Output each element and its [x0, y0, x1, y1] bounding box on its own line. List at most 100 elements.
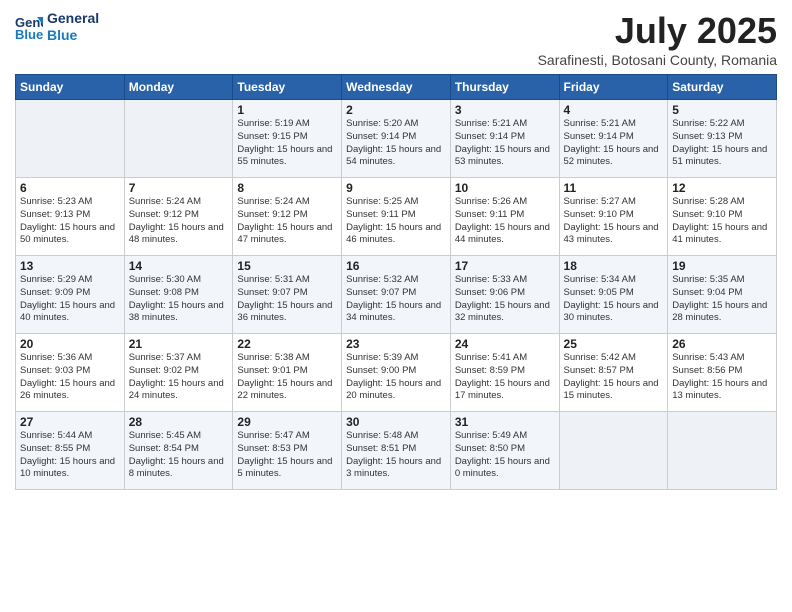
- day-info: Sunrise: 5:34 AM Sunset: 9:05 PM Dayligh…: [564, 274, 664, 325]
- day-number: 14: [129, 259, 229, 273]
- day-number: 6: [20, 181, 120, 195]
- calendar: SundayMondayTuesdayWednesdayThursdayFrid…: [15, 74, 777, 490]
- day-info: Sunrise: 5:24 AM Sunset: 9:12 PM Dayligh…: [129, 196, 229, 247]
- day-info: Sunrise: 5:30 AM Sunset: 9:08 PM Dayligh…: [129, 274, 229, 325]
- title-month: July 2025: [538, 10, 777, 52]
- weekday-header-wednesday: Wednesday: [342, 75, 451, 100]
- day-number: 24: [455, 337, 555, 351]
- day-info: Sunrise: 5:27 AM Sunset: 9:10 PM Dayligh…: [564, 196, 664, 247]
- calendar-cell: 17Sunrise: 5:33 AM Sunset: 9:06 PM Dayli…: [450, 256, 559, 334]
- day-number: 25: [564, 337, 664, 351]
- calendar-cell: 11Sunrise: 5:27 AM Sunset: 9:10 PM Dayli…: [559, 178, 668, 256]
- day-info: Sunrise: 5:49 AM Sunset: 8:50 PM Dayligh…: [455, 430, 555, 481]
- header: General Blue General Blue July 2025 Sara…: [15, 10, 777, 68]
- day-number: 11: [564, 181, 664, 195]
- day-number: 4: [564, 103, 664, 117]
- day-info: Sunrise: 5:19 AM Sunset: 9:15 PM Dayligh…: [237, 118, 337, 169]
- calendar-cell: 13Sunrise: 5:29 AM Sunset: 9:09 PM Dayli…: [16, 256, 125, 334]
- day-info: Sunrise: 5:44 AM Sunset: 8:55 PM Dayligh…: [20, 430, 120, 481]
- weekday-header-sunday: Sunday: [16, 75, 125, 100]
- day-number: 30: [346, 415, 446, 429]
- calendar-week-row: 1Sunrise: 5:19 AM Sunset: 9:15 PM Daylig…: [16, 100, 777, 178]
- day-number: 1: [237, 103, 337, 117]
- calendar-cell: 19Sunrise: 5:35 AM Sunset: 9:04 PM Dayli…: [668, 256, 777, 334]
- weekday-header-thursday: Thursday: [450, 75, 559, 100]
- calendar-cell: 22Sunrise: 5:38 AM Sunset: 9:01 PM Dayli…: [233, 334, 342, 412]
- day-info: Sunrise: 5:41 AM Sunset: 8:59 PM Dayligh…: [455, 352, 555, 403]
- day-info: Sunrise: 5:48 AM Sunset: 8:51 PM Dayligh…: [346, 430, 446, 481]
- day-info: Sunrise: 5:31 AM Sunset: 9:07 PM Dayligh…: [237, 274, 337, 325]
- day-number: 21: [129, 337, 229, 351]
- weekday-header-saturday: Saturday: [668, 75, 777, 100]
- day-info: Sunrise: 5:39 AM Sunset: 9:00 PM Dayligh…: [346, 352, 446, 403]
- calendar-cell: 20Sunrise: 5:36 AM Sunset: 9:03 PM Dayli…: [16, 334, 125, 412]
- calendar-cell: 21Sunrise: 5:37 AM Sunset: 9:02 PM Dayli…: [124, 334, 233, 412]
- day-info: Sunrise: 5:42 AM Sunset: 8:57 PM Dayligh…: [564, 352, 664, 403]
- day-number: 23: [346, 337, 446, 351]
- title-block: July 2025 Sarafinesti, Botosani County, …: [538, 10, 777, 68]
- calendar-cell: [16, 100, 125, 178]
- day-info: Sunrise: 5:29 AM Sunset: 9:09 PM Dayligh…: [20, 274, 120, 325]
- calendar-cell: 30Sunrise: 5:48 AM Sunset: 8:51 PM Dayli…: [342, 412, 451, 490]
- day-info: Sunrise: 5:45 AM Sunset: 8:54 PM Dayligh…: [129, 430, 229, 481]
- day-info: Sunrise: 5:33 AM Sunset: 9:06 PM Dayligh…: [455, 274, 555, 325]
- calendar-cell: 27Sunrise: 5:44 AM Sunset: 8:55 PM Dayli…: [16, 412, 125, 490]
- calendar-week-row: 27Sunrise: 5:44 AM Sunset: 8:55 PM Dayli…: [16, 412, 777, 490]
- day-info: Sunrise: 5:21 AM Sunset: 9:14 PM Dayligh…: [455, 118, 555, 169]
- calendar-cell: 12Sunrise: 5:28 AM Sunset: 9:10 PM Dayli…: [668, 178, 777, 256]
- calendar-cell: 15Sunrise: 5:31 AM Sunset: 9:07 PM Dayli…: [233, 256, 342, 334]
- calendar-cell: 3Sunrise: 5:21 AM Sunset: 9:14 PM Daylig…: [450, 100, 559, 178]
- logo-icon: General Blue: [15, 13, 43, 41]
- day-number: 27: [20, 415, 120, 429]
- logo-text-blue: Blue: [47, 27, 99, 44]
- day-number: 12: [672, 181, 772, 195]
- day-info: Sunrise: 5:28 AM Sunset: 9:10 PM Dayligh…: [672, 196, 772, 247]
- day-info: Sunrise: 5:43 AM Sunset: 8:56 PM Dayligh…: [672, 352, 772, 403]
- day-number: 16: [346, 259, 446, 273]
- day-info: Sunrise: 5:20 AM Sunset: 9:14 PM Dayligh…: [346, 118, 446, 169]
- day-info: Sunrise: 5:25 AM Sunset: 9:11 PM Dayligh…: [346, 196, 446, 247]
- calendar-cell: 29Sunrise: 5:47 AM Sunset: 8:53 PM Dayli…: [233, 412, 342, 490]
- calendar-cell: 24Sunrise: 5:41 AM Sunset: 8:59 PM Dayli…: [450, 334, 559, 412]
- day-info: Sunrise: 5:23 AM Sunset: 9:13 PM Dayligh…: [20, 196, 120, 247]
- day-number: 15: [237, 259, 337, 273]
- day-number: 9: [346, 181, 446, 195]
- day-info: Sunrise: 5:35 AM Sunset: 9:04 PM Dayligh…: [672, 274, 772, 325]
- day-number: 10: [455, 181, 555, 195]
- weekday-header-monday: Monday: [124, 75, 233, 100]
- page: General Blue General Blue July 2025 Sara…: [0, 0, 792, 612]
- logo-text-general: General: [47, 10, 99, 27]
- day-info: Sunrise: 5:26 AM Sunset: 9:11 PM Dayligh…: [455, 196, 555, 247]
- day-info: Sunrise: 5:21 AM Sunset: 9:14 PM Dayligh…: [564, 118, 664, 169]
- calendar-cell: [668, 412, 777, 490]
- calendar-cell: 5Sunrise: 5:22 AM Sunset: 9:13 PM Daylig…: [668, 100, 777, 178]
- calendar-cell: 14Sunrise: 5:30 AM Sunset: 9:08 PM Dayli…: [124, 256, 233, 334]
- calendar-cell: 28Sunrise: 5:45 AM Sunset: 8:54 PM Dayli…: [124, 412, 233, 490]
- day-info: Sunrise: 5:22 AM Sunset: 9:13 PM Dayligh…: [672, 118, 772, 169]
- day-number: 3: [455, 103, 555, 117]
- day-info: Sunrise: 5:47 AM Sunset: 8:53 PM Dayligh…: [237, 430, 337, 481]
- calendar-cell: 2Sunrise: 5:20 AM Sunset: 9:14 PM Daylig…: [342, 100, 451, 178]
- calendar-week-row: 13Sunrise: 5:29 AM Sunset: 9:09 PM Dayli…: [16, 256, 777, 334]
- calendar-cell: [124, 100, 233, 178]
- calendar-week-row: 20Sunrise: 5:36 AM Sunset: 9:03 PM Dayli…: [16, 334, 777, 412]
- day-number: 31: [455, 415, 555, 429]
- calendar-cell: 6Sunrise: 5:23 AM Sunset: 9:13 PM Daylig…: [16, 178, 125, 256]
- day-info: Sunrise: 5:24 AM Sunset: 9:12 PM Dayligh…: [237, 196, 337, 247]
- day-number: 2: [346, 103, 446, 117]
- weekday-header-row: SundayMondayTuesdayWednesdayThursdayFrid…: [16, 75, 777, 100]
- calendar-cell: 23Sunrise: 5:39 AM Sunset: 9:00 PM Dayli…: [342, 334, 451, 412]
- day-info: Sunrise: 5:36 AM Sunset: 9:03 PM Dayligh…: [20, 352, 120, 403]
- weekday-header-friday: Friday: [559, 75, 668, 100]
- calendar-cell: 7Sunrise: 5:24 AM Sunset: 9:12 PM Daylig…: [124, 178, 233, 256]
- calendar-cell: 26Sunrise: 5:43 AM Sunset: 8:56 PM Dayli…: [668, 334, 777, 412]
- day-number: 7: [129, 181, 229, 195]
- calendar-cell: 18Sunrise: 5:34 AM Sunset: 9:05 PM Dayli…: [559, 256, 668, 334]
- calendar-cell: 16Sunrise: 5:32 AM Sunset: 9:07 PM Dayli…: [342, 256, 451, 334]
- calendar-cell: 25Sunrise: 5:42 AM Sunset: 8:57 PM Dayli…: [559, 334, 668, 412]
- day-number: 13: [20, 259, 120, 273]
- calendar-cell: 9Sunrise: 5:25 AM Sunset: 9:11 PM Daylig…: [342, 178, 451, 256]
- day-number: 18: [564, 259, 664, 273]
- calendar-cell: 10Sunrise: 5:26 AM Sunset: 9:11 PM Dayli…: [450, 178, 559, 256]
- day-number: 19: [672, 259, 772, 273]
